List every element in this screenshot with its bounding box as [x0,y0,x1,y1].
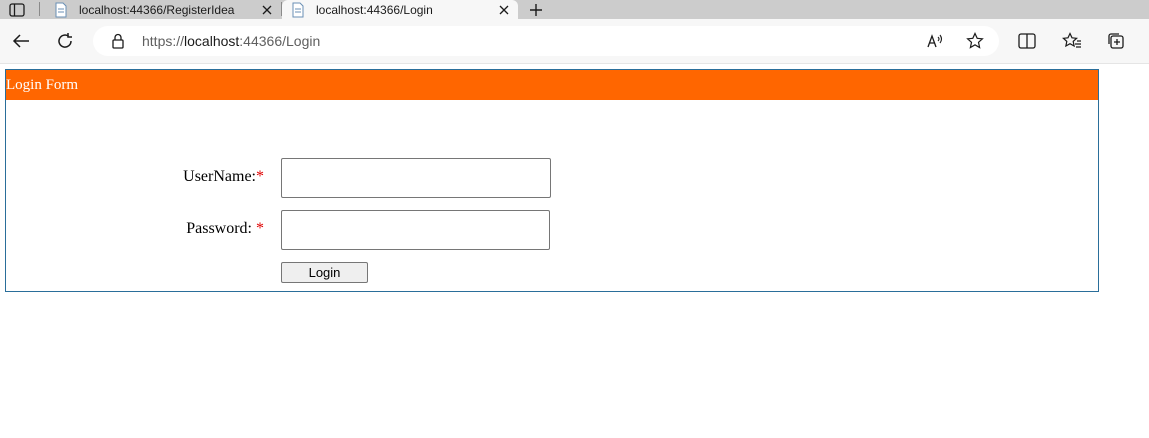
star-icon[interactable] [965,31,985,51]
password-label: Password: * [186,220,264,238]
close-icon[interactable] [257,0,277,19]
page-icon [53,2,69,18]
url-host: localhost [184,33,240,49]
url-scheme: https:// [142,33,185,49]
required-marker: * [256,168,264,185]
username-label: UserName:* [183,168,264,186]
tab-login[interactable]: localhost:44366/Login [282,0,518,19]
address-bar[interactable]: https://localhost:44366/Login [93,26,999,56]
password-label-text: Password: [186,220,256,237]
browser-toolbar: https://localhost:44366/Login [0,19,1149,63]
tab-actions-icon[interactable] [0,0,34,19]
url-path: :44366/Login [239,33,321,49]
login-form-header: Login Form [6,70,1098,100]
close-icon[interactable] [494,0,514,19]
login-form-title: Login Form [6,77,79,93]
favorites-icon[interactable] [1060,29,1084,53]
tab-register-idea[interactable]: localhost:44366/RegisterIdea [45,0,281,19]
login-form-panel: Login Form UserName:* Password: * Login [5,69,1099,292]
split-screen-icon[interactable] [1015,29,1039,53]
tab-separator [39,2,40,16]
tab-strip: localhost:44366/RegisterIdea localhost:4… [0,0,1149,19]
username-input[interactable] [281,158,551,198]
toolbar-divider [0,63,1149,64]
required-marker: * [256,220,264,237]
tab-title: localhost:44366/RegisterIdea [79,2,235,17]
read-aloud-icon[interactable] [925,31,945,51]
refresh-icon[interactable] [53,29,77,53]
url-text: https://localhost:44366/Login [142,33,320,49]
collections-icon[interactable] [1104,29,1128,53]
plus-icon[interactable] [524,0,548,19]
username-label-text: UserName: [183,168,256,185]
password-input[interactable] [281,210,550,250]
tab-title: localhost:44366/Login [316,2,433,17]
back-arrow-icon[interactable] [9,29,33,53]
login-button[interactable]: Login [281,262,368,283]
lock-icon[interactable] [111,33,127,49]
page-icon [290,2,306,18]
